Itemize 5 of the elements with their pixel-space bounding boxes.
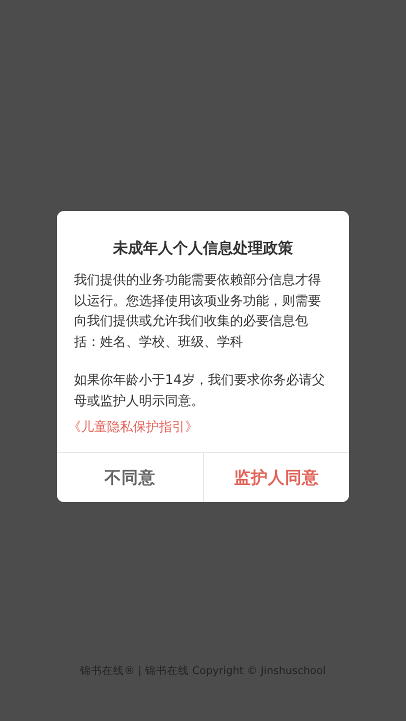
dialog-paragraph: 我们提供的业务功能需要依赖部分信息才得以运行。您选择使用该项业务功能，则需要向我们提供或允许我们收集的必要信息包括：姓名、学校、班级、学科 — [74, 272, 322, 352]
dialog-title: 未成年人个人信息处理政策 — [112, 238, 294, 259]
dialog-paragraph: 如果你年龄小于14岁，我们要求你务必请父母或监护人明示同意。 — [74, 372, 326, 410]
agree-button[interactable]: 监护人同意 — [202, 453, 349, 502]
privacy-guide-link[interactable]: 《儿童隐私保护指引》 — [68, 418, 198, 438]
